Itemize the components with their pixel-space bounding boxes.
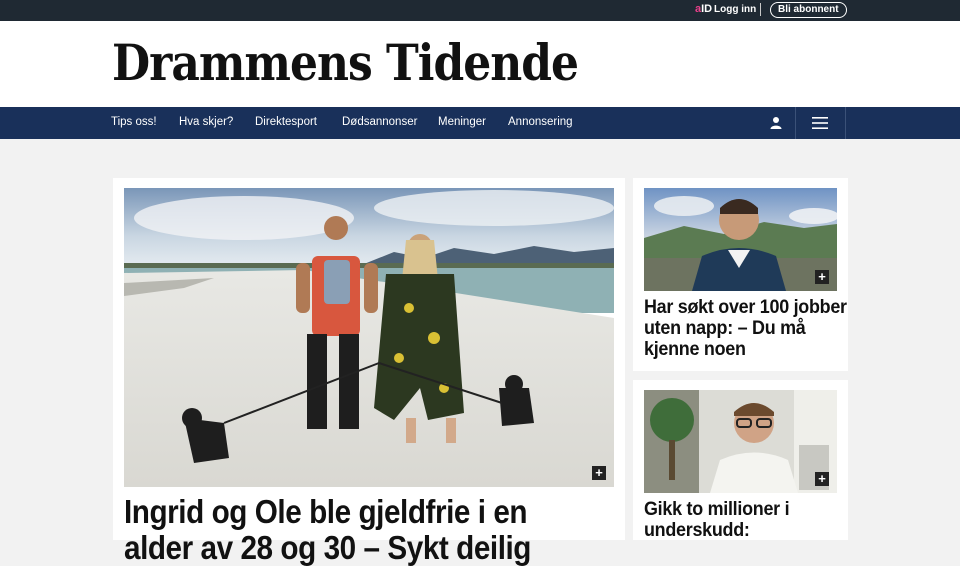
plus-icon[interactable]: + (815, 472, 829, 486)
hamburger-menu-icon[interactable] (812, 117, 828, 129)
divider (760, 3, 761, 16)
side-article-image-2[interactable] (644, 390, 837, 493)
login-link[interactable]: Logg inn (714, 4, 756, 15)
site-logo[interactable]: Drammens Tidende (112, 35, 579, 92)
masthead: Drammens Tidende (0, 21, 960, 107)
nav-item-events[interactable]: Hva skjer? (179, 116, 233, 128)
main-article-image[interactable] (124, 188, 614, 487)
nav-item-obituaries[interactable]: Dødsannonser (342, 116, 417, 128)
side-article-headline-1[interactable]: Har søkt over 100 jobber uten napp: – Du… (644, 297, 856, 360)
nav-item-advertising[interactable]: Annonsering (508, 116, 573, 128)
aid-suffix: ID (701, 3, 713, 15)
divider (845, 107, 846, 139)
top-utility-bar: aID Logg inn Bli abonnent (0, 0, 960, 21)
subscribe-button[interactable]: Bli abonnent (770, 2, 847, 18)
divider (795, 107, 796, 139)
nav-item-opinions[interactable]: Meninger (438, 116, 486, 128)
user-icon[interactable] (769, 116, 783, 130)
main-article-headline[interactable]: Ingrid og Ole ble gjeldfrie i en alder a… (124, 494, 556, 566)
main-nav: Tips oss! Hva skjer? Direktesport Dødsan… (0, 107, 960, 139)
plus-icon[interactable]: + (815, 270, 829, 284)
plus-icon[interactable]: + (592, 466, 606, 480)
side-article-image-1[interactable] (644, 188, 837, 291)
side-article-headline-2[interactable]: Gikk to millioner i underskudd: (644, 499, 856, 541)
aid-logo[interactable]: aID (695, 3, 712, 15)
nav-item-tips[interactable]: Tips oss! (111, 116, 157, 128)
nav-item-live-sports[interactable]: Direktesport (255, 116, 317, 128)
